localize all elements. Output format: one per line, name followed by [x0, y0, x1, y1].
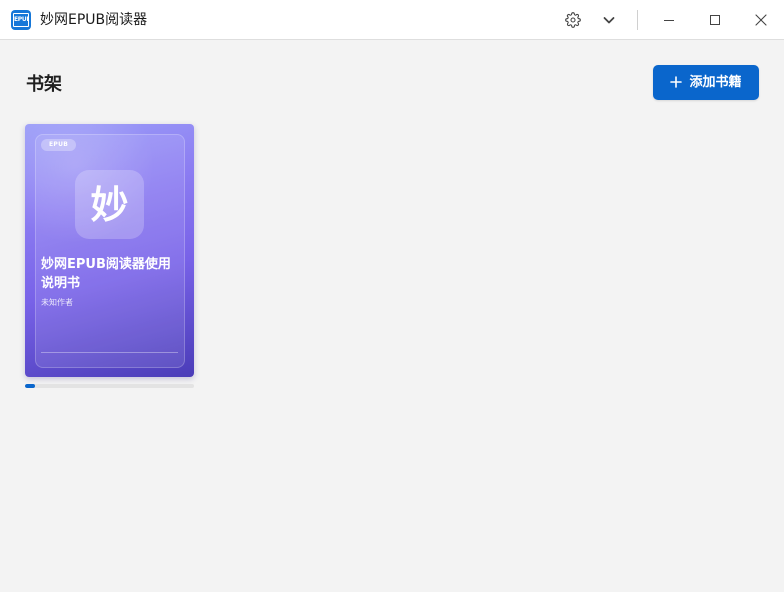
title-bar[interactable]: EPUB 妙网EPUB阅读器 — [0, 0, 784, 40]
app-logo-icon: EPUB — [11, 10, 31, 30]
app-title: 妙网EPUB阅读器 — [40, 12, 148, 28]
format-badge: EPUB — [41, 139, 77, 151]
titlebar-divider — [637, 10, 638, 30]
maximize-icon — [709, 14, 721, 26]
minimize-button[interactable] — [654, 5, 684, 35]
page-title: 书架 — [26, 74, 62, 95]
book-author: 未知作者 — [41, 298, 73, 307]
menu-dropdown-button[interactable] — [594, 5, 624, 35]
minimize-icon — [663, 14, 675, 26]
maximize-button[interactable] — [700, 5, 730, 35]
cover-logo-char: 妙 — [90, 182, 129, 227]
app-logo-text: EPUB — [13, 13, 29, 27]
book-title: 妙网EPUB阅读器使用说明书 — [41, 257, 171, 291]
cover-logo-icon: 妙 — [75, 170, 144, 239]
close-icon — [755, 14, 767, 26]
plus-icon — [670, 73, 683, 92]
gear-icon — [565, 12, 581, 28]
app-window: EPUB 妙网EPUB阅读器 — [0, 0, 784, 592]
close-button[interactable] — [746, 5, 776, 35]
add-book-button[interactable]: 添加书籍 — [653, 65, 759, 100]
reading-progress-fill — [25, 384, 36, 388]
book-card[interactable]: EPUB 妙 妙网EPUB阅读器使用说明书 未知作者 — [25, 124, 194, 377]
settings-button[interactable] — [558, 5, 588, 35]
cover-divider — [41, 352, 178, 353]
add-book-button-label: 添加书籍 — [689, 74, 742, 90]
chevron-down-icon — [602, 13, 616, 27]
reading-progress-bar — [25, 384, 194, 388]
